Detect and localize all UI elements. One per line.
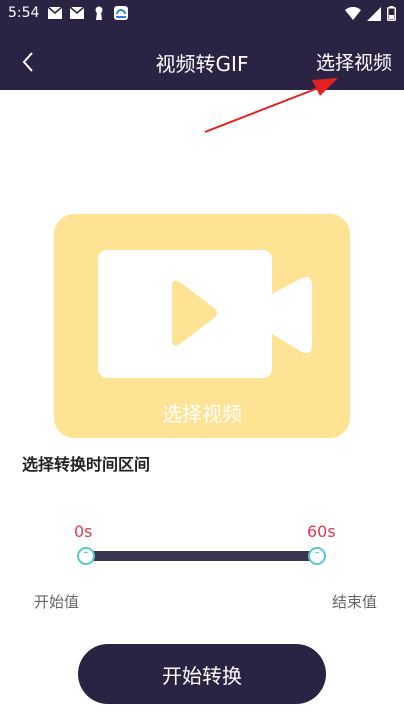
video-placeholder-card[interactable]: 选择视频 [54,214,350,438]
range-start-label: 开始值 [34,593,80,611]
time-range-heading: 选择转换时间区间 [22,455,151,474]
select-video-button[interactable]: 选择视频 [316,48,392,75]
status-bar: 5:54 [0,0,404,28]
status-time: 5:54 [8,5,40,21]
chevron-left-icon [22,52,33,72]
range-end-handle[interactable] [308,547,326,565]
mail-icon [69,6,85,19]
battery-icon [387,6,396,21]
app-header: 5:54 视频转GIF 选择视频 [0,0,404,90]
range-end-label: 结束值 [331,593,377,611]
signal-icon [367,6,381,21]
system-status-icons [345,6,396,21]
time-range-slider-track[interactable] [86,551,318,561]
video-card-label: 选择视频 [162,402,242,426]
wifi-icon [345,6,361,20]
back-button[interactable] [12,46,44,78]
mail-icon [47,6,63,19]
range-start-value: 0s [74,522,93,541]
app-notification-icon [114,6,128,20]
notification-icons [47,5,129,21]
range-end-value: 60s [307,522,336,541]
keyhole-icon [95,6,103,20]
video-camera-icon [98,250,312,378]
range-start-handle[interactable] [77,547,95,565]
start-conversion-button[interactable]: 开始转换 [78,644,326,704]
